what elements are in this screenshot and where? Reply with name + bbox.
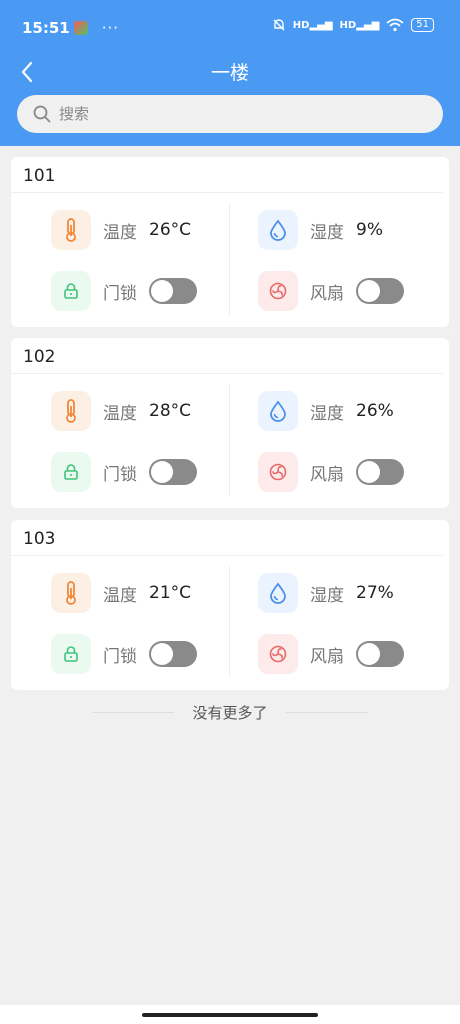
water-drop-icon xyxy=(258,391,298,431)
nav-bar: 一楼 xyxy=(0,56,460,96)
room-controls: 温度 21°C 湿度 27% 门锁 风扇 xyxy=(11,556,449,690)
column-divider xyxy=(229,566,230,678)
lock-label: 门锁 xyxy=(103,646,137,667)
humidity-label: 湿度 xyxy=(310,403,344,424)
mute-bell-icon xyxy=(273,19,285,31)
door-lock-cell: 门锁 xyxy=(51,451,197,493)
column-divider xyxy=(229,203,230,315)
status-time: 15:51 xyxy=(22,19,70,37)
toggle-knob xyxy=(151,280,173,302)
thermometer-icon xyxy=(51,210,91,250)
lock-icon xyxy=(51,452,91,492)
door-lock-cell: 门锁 xyxy=(51,633,197,675)
signal-1-label: HD xyxy=(292,19,310,31)
header: 15:51 ··· HD▂▄▆ HD▂▄▆ 51 一楼 xyxy=(0,0,460,146)
search-bar[interactable] xyxy=(17,95,443,133)
toggle-knob xyxy=(151,643,173,665)
lock-toggle[interactable] xyxy=(149,278,197,304)
room-name: 103 xyxy=(11,520,443,556)
lock-label: 门锁 xyxy=(103,283,137,304)
fan-label: 风扇 xyxy=(310,283,344,304)
room-controls: 温度 28°C 湿度 26% 门锁 风扇 xyxy=(11,374,449,508)
bottom-bar xyxy=(0,1005,460,1024)
water-drop-icon xyxy=(258,210,298,250)
temp-label: 温度 xyxy=(103,222,137,243)
thermometer-icon xyxy=(51,573,91,613)
fan-toggle[interactable] xyxy=(356,459,404,485)
room-controls: 温度 26°C 湿度 9% 门锁 风扇 xyxy=(11,193,449,327)
humidity-cell: 湿度 9% xyxy=(258,209,383,251)
toggle-knob xyxy=(358,643,380,665)
signal-icon: HD▂▄▆ xyxy=(292,19,333,31)
fan-toggle[interactable] xyxy=(356,641,404,667)
toggle-knob xyxy=(151,461,173,483)
humidity-cell: 湿度 26% xyxy=(258,390,394,432)
lock-toggle[interactable] xyxy=(149,641,197,667)
fan-label: 风扇 xyxy=(310,646,344,667)
humidity-label: 湿度 xyxy=(310,585,344,606)
humidity-value: 26% xyxy=(356,401,394,421)
divider-right xyxy=(285,711,368,713)
room-name: 101 xyxy=(11,157,443,193)
thermometer-icon xyxy=(51,391,91,431)
search-icon xyxy=(33,105,51,123)
humidity-value: 9% xyxy=(356,220,383,240)
status-icons: HD▂▄▆ HD▂▄▆ 51 xyxy=(272,18,434,32)
signal-icon: HD▂▄▆ xyxy=(339,19,380,31)
toggle-knob xyxy=(358,280,380,302)
lock-icon xyxy=(51,271,91,311)
water-drop-icon xyxy=(258,573,298,613)
lock-icon xyxy=(51,634,91,674)
door-lock-cell: 门锁 xyxy=(51,270,197,312)
lock-toggle[interactable] xyxy=(149,459,197,485)
no-more-text: 没有更多了 xyxy=(192,703,268,722)
humidity-label: 湿度 xyxy=(310,222,344,243)
temp-value: 21°C xyxy=(149,583,192,603)
fan-icon xyxy=(258,271,298,311)
lock-label: 门锁 xyxy=(103,464,137,485)
temp-label: 温度 xyxy=(103,403,137,424)
battery-icon: 51 xyxy=(411,18,434,32)
temp-value: 28°C xyxy=(149,401,192,421)
fan-cell: 风扇 xyxy=(258,270,404,312)
temp-value: 26°C xyxy=(149,220,192,240)
signal-2-label: HD xyxy=(339,19,357,31)
fan-cell: 风扇 xyxy=(258,633,404,675)
column-divider xyxy=(229,384,230,496)
toggle-knob xyxy=(358,461,380,483)
fan-label: 风扇 xyxy=(310,464,344,485)
temperature-cell: 温度 21°C xyxy=(51,572,191,614)
app-badge-icon xyxy=(73,21,88,35)
divider-left xyxy=(92,711,175,713)
no-more-indicator: 没有更多了 xyxy=(0,700,460,724)
temp-label: 温度 xyxy=(103,585,137,606)
room-card: 102 温度 28°C 湿度 26% 门锁 风扇 xyxy=(11,338,449,508)
status-more-dots: ··· xyxy=(101,19,120,37)
temperature-cell: 温度 28°C xyxy=(51,390,191,432)
room-card: 103 温度 21°C 湿度 27% 门锁 风扇 xyxy=(11,520,449,690)
humidity-cell: 湿度 27% xyxy=(258,572,394,614)
humidity-value: 27% xyxy=(356,583,394,603)
fan-cell: 风扇 xyxy=(258,451,404,493)
room-name: 102 xyxy=(11,338,443,374)
status-bar: 15:51 ··· HD▂▄▆ HD▂▄▆ 51 xyxy=(0,0,460,56)
fan-icon xyxy=(258,452,298,492)
page-title: 一楼 xyxy=(210,62,249,84)
temperature-cell: 温度 26°C xyxy=(51,209,191,251)
fan-icon xyxy=(258,634,298,674)
home-indicator[interactable] xyxy=(142,1013,318,1017)
room-card: 101 温度 26°C 湿度 9% 门锁 风扇 xyxy=(11,157,449,327)
wifi-icon xyxy=(386,18,404,32)
fan-toggle[interactable] xyxy=(356,278,404,304)
search-input[interactable] xyxy=(59,105,399,123)
